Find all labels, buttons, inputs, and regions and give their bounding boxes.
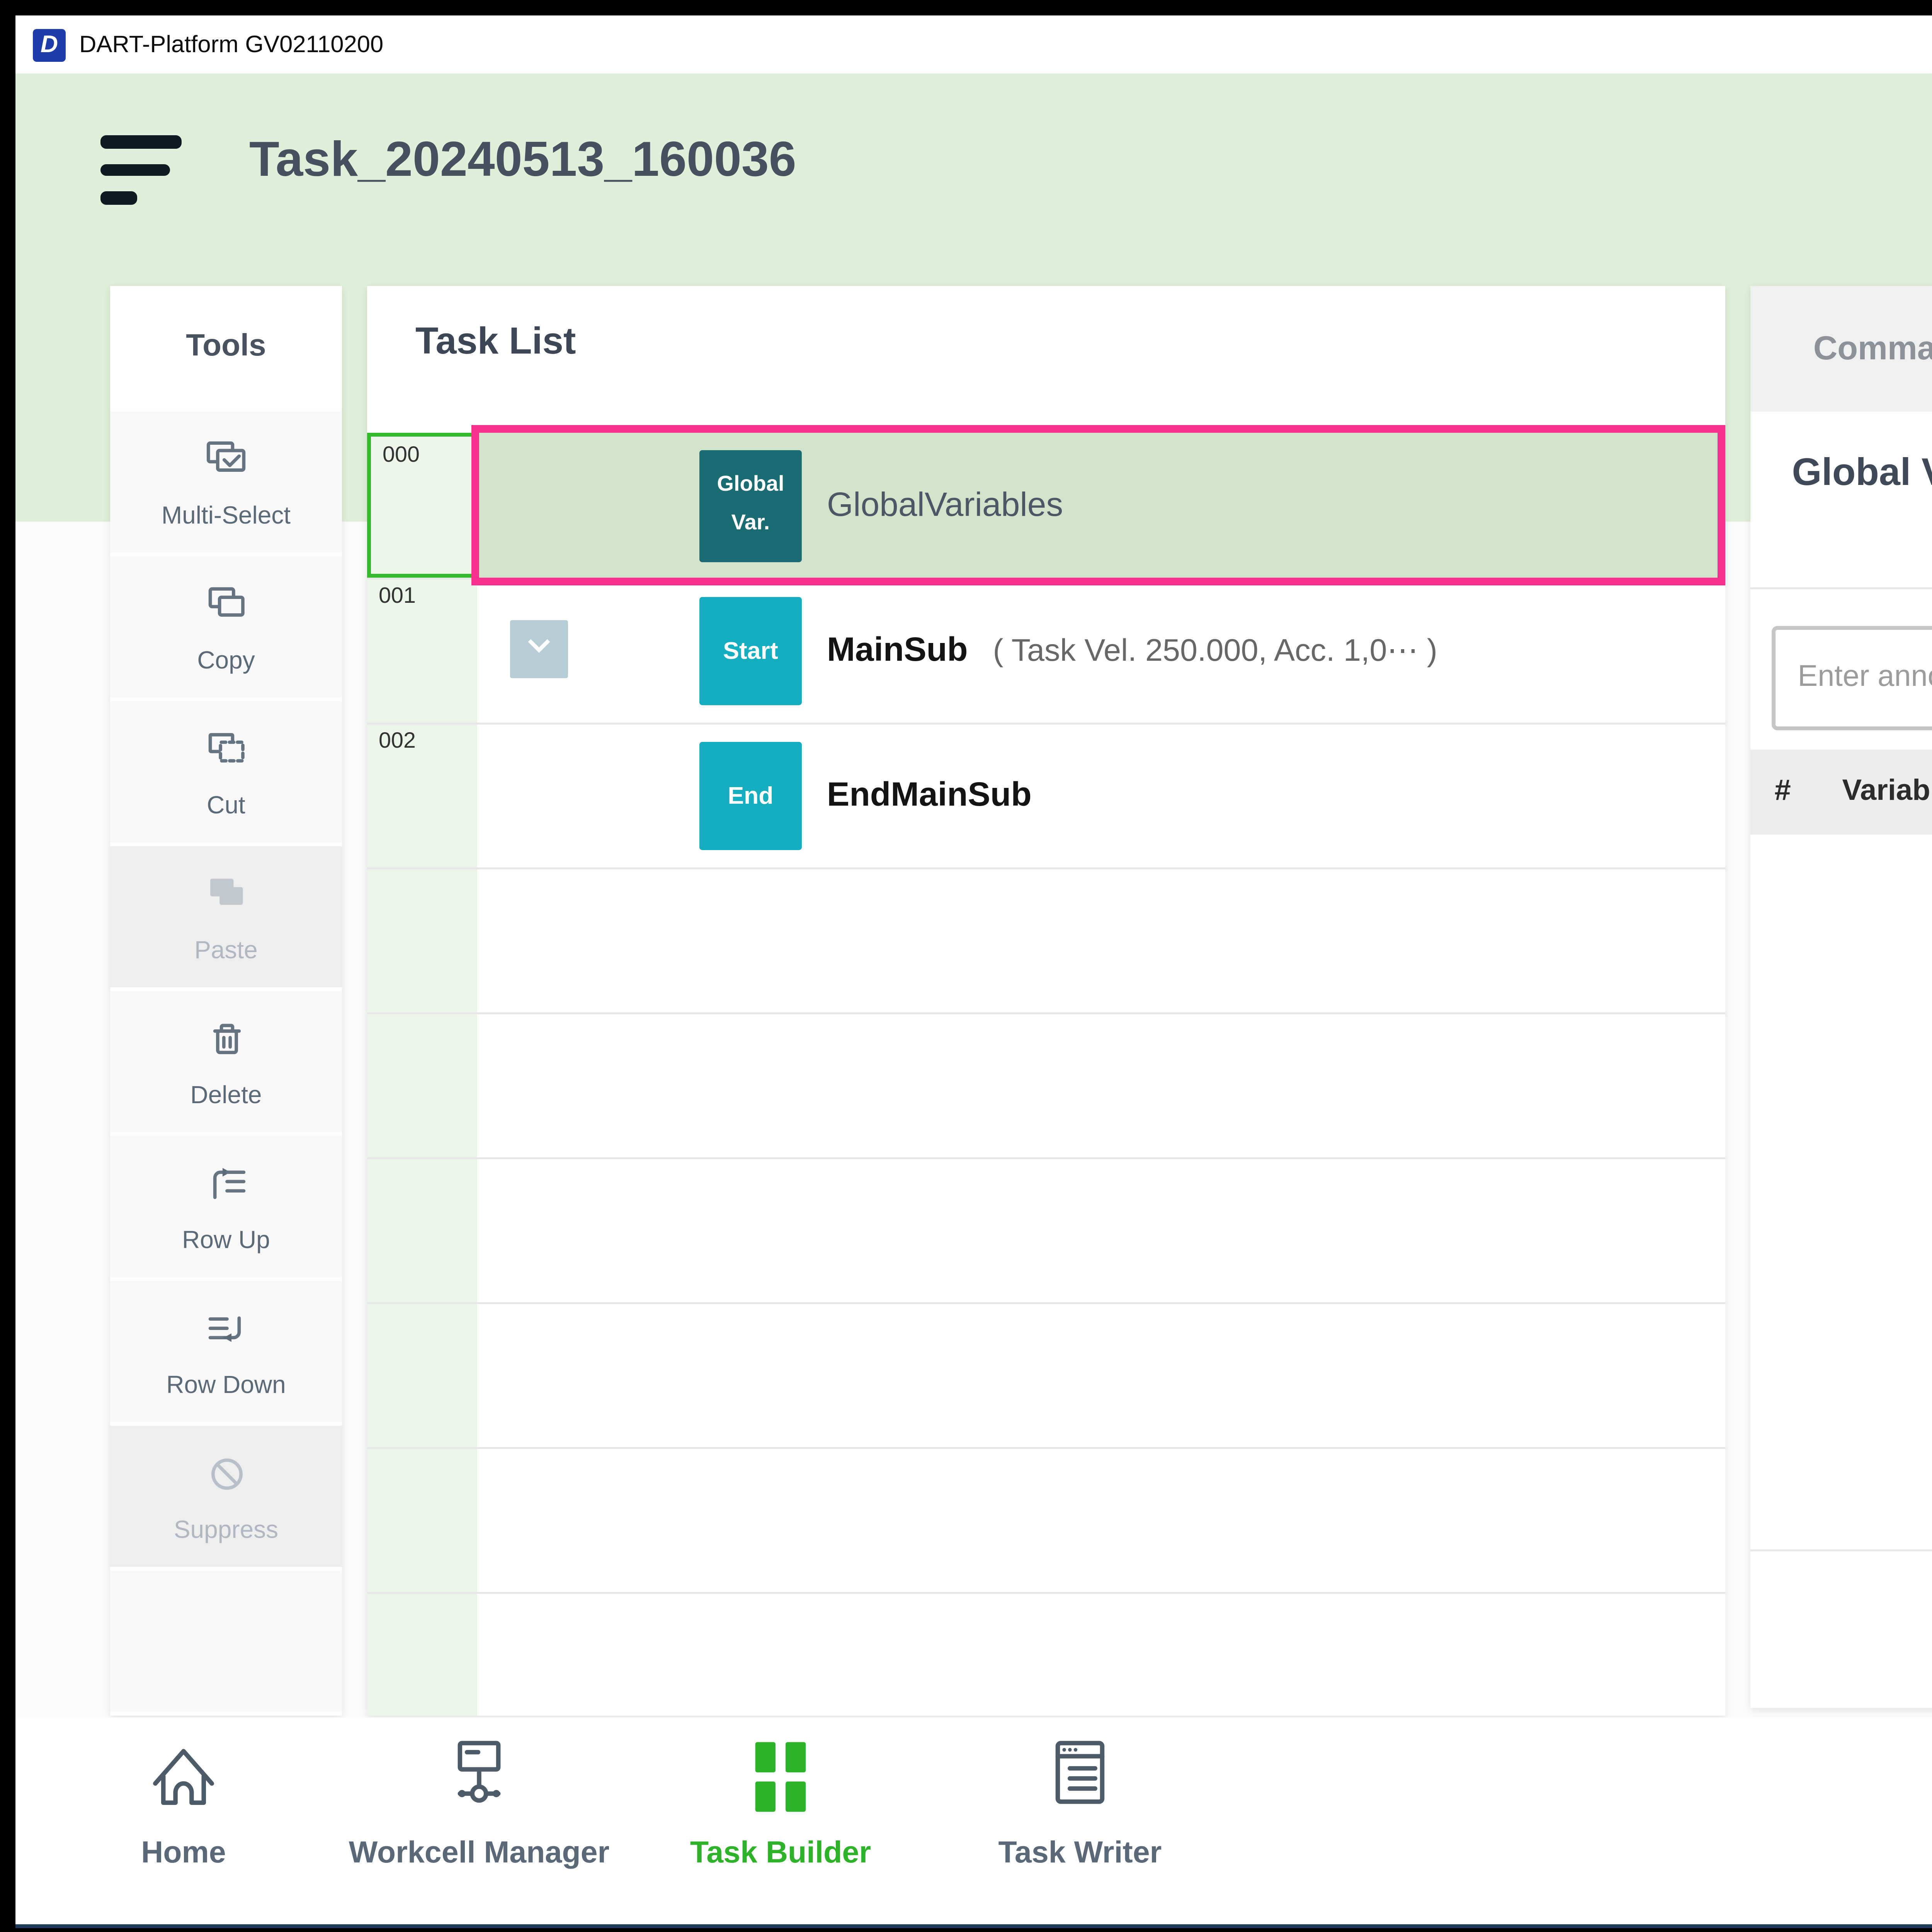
section-title: Global Variable: [1792, 452, 1932, 497]
column-header-name: Variable Name: [1842, 750, 1932, 835]
tool-label: Row Down: [166, 1370, 286, 1399]
nav-workcell-manager[interactable]: Workcell Manager: [334, 1733, 624, 1872]
title-bar: D DART-Platform GV02110200 ✕: [15, 15, 1932, 73]
page-title: Task_20240513_160036: [249, 118, 796, 203]
task-row-label: GlobalVariables: [827, 485, 1063, 526]
tool-delete[interactable]: Delete: [110, 991, 342, 1132]
chevron-down-icon: [523, 632, 554, 667]
multi-select-icon: [200, 435, 252, 497]
nav-task-builder[interactable]: Task Builder: [636, 1733, 925, 1872]
window-title: DART-Platform GV02110200: [79, 15, 383, 73]
tool-label: Multi-Select: [162, 500, 291, 529]
paste-icon: [200, 869, 252, 931]
home-icon: [139, 1797, 228, 1830]
property-panel: Command Property Variable Play Global Va…: [1750, 286, 1932, 1708]
tab-command[interactable]: Command: [1750, 286, 1932, 412]
row-down-icon: [200, 1304, 252, 1366]
tool-label: Paste: [194, 935, 258, 964]
section-divider: [1750, 587, 1932, 589]
tool-multi-select[interactable]: Multi-Select: [110, 412, 342, 553]
column-header-num: #: [1775, 750, 1791, 835]
suppress-icon: [200, 1449, 252, 1511]
tools-header: Tools: [110, 286, 342, 408]
copy-icon: [200, 580, 252, 641]
nav-home[interactable]: Home: [39, 1733, 328, 1872]
global-var-badge: Global Var.: [699, 449, 802, 561]
row-number-001[interactable]: 001: [367, 578, 477, 723]
task-row-detail: ( Task Vel. 250.000, Acc. 1,0⋯ ): [993, 631, 1437, 670]
row-number-002[interactable]: 002: [367, 723, 477, 867]
app-logo-icon: D: [33, 28, 66, 61]
collapse-chevron-button[interactable]: [509, 620, 567, 678]
end-badge: End: [699, 741, 802, 849]
task-list-title: Task List: [415, 321, 576, 365]
task-row-globalvariables[interactable]: Global Var. GlobalVariables: [477, 433, 1725, 578]
tool-suppress: Suppress: [110, 1426, 342, 1567]
right-panel-tabs: Command Property Variable Play: [1750, 286, 1932, 412]
variable-table-header: # Variable Name Value: [1750, 750, 1932, 835]
main-menu-button[interactable]: [100, 135, 189, 209]
tool-row-up[interactable]: Row Up: [110, 1136, 342, 1277]
task-row-endmainsub[interactable]: End EndMainSub: [477, 723, 1725, 867]
tools-empty-cell: [110, 1571, 342, 1712]
screenshot-root: D DART-Platform GV02110200 ✕ Task_202405…: [0, 0, 1932, 1932]
start-badge: Start: [699, 596, 802, 704]
tool-label: Copy: [197, 645, 255, 674]
delete-icon: [200, 1014, 252, 1076]
tool-label: Cut: [207, 790, 245, 819]
tool-row-down[interactable]: Row Down: [110, 1281, 342, 1422]
task-writer-icon: [1036, 1797, 1124, 1830]
tool-cut[interactable]: Cut: [110, 701, 342, 842]
task-row-label: EndMainSub: [827, 775, 1032, 815]
task-row-mainsub[interactable]: Start MainSub ( Task Vel. 250.000, Acc. …: [477, 578, 1725, 723]
tool-label: Suppress: [174, 1515, 278, 1544]
task-row-label: MainSub: [827, 630, 968, 670]
row-number-000[interactable]: 000: [367, 433, 477, 578]
tool-paste: Paste: [110, 846, 342, 987]
task-list-panel: Task List 000 001 002 Global Var. Global…: [367, 286, 1725, 1716]
bottom-navigation: Home Workcell Manager: [15, 1718, 1932, 1925]
nav-status[interactable]: Status: [1833, 1733, 1932, 1872]
footer-divider: [1750, 1549, 1932, 1551]
nav-task-writer[interactable]: Task Writer: [935, 1733, 1225, 1872]
tool-copy[interactable]: Copy: [110, 556, 342, 697]
task-builder-icon: [736, 1797, 825, 1830]
cut-icon: [200, 724, 252, 786]
tool-label: Delete: [190, 1080, 262, 1109]
annotation-input[interactable]: [1771, 626, 1932, 730]
row-up-icon: [200, 1159, 252, 1221]
tools-sidebar: Tools Multi-Select Copy: [110, 286, 342, 1716]
tool-label: Row Up: [182, 1225, 270, 1254]
workcell-manager-icon: [435, 1797, 524, 1830]
